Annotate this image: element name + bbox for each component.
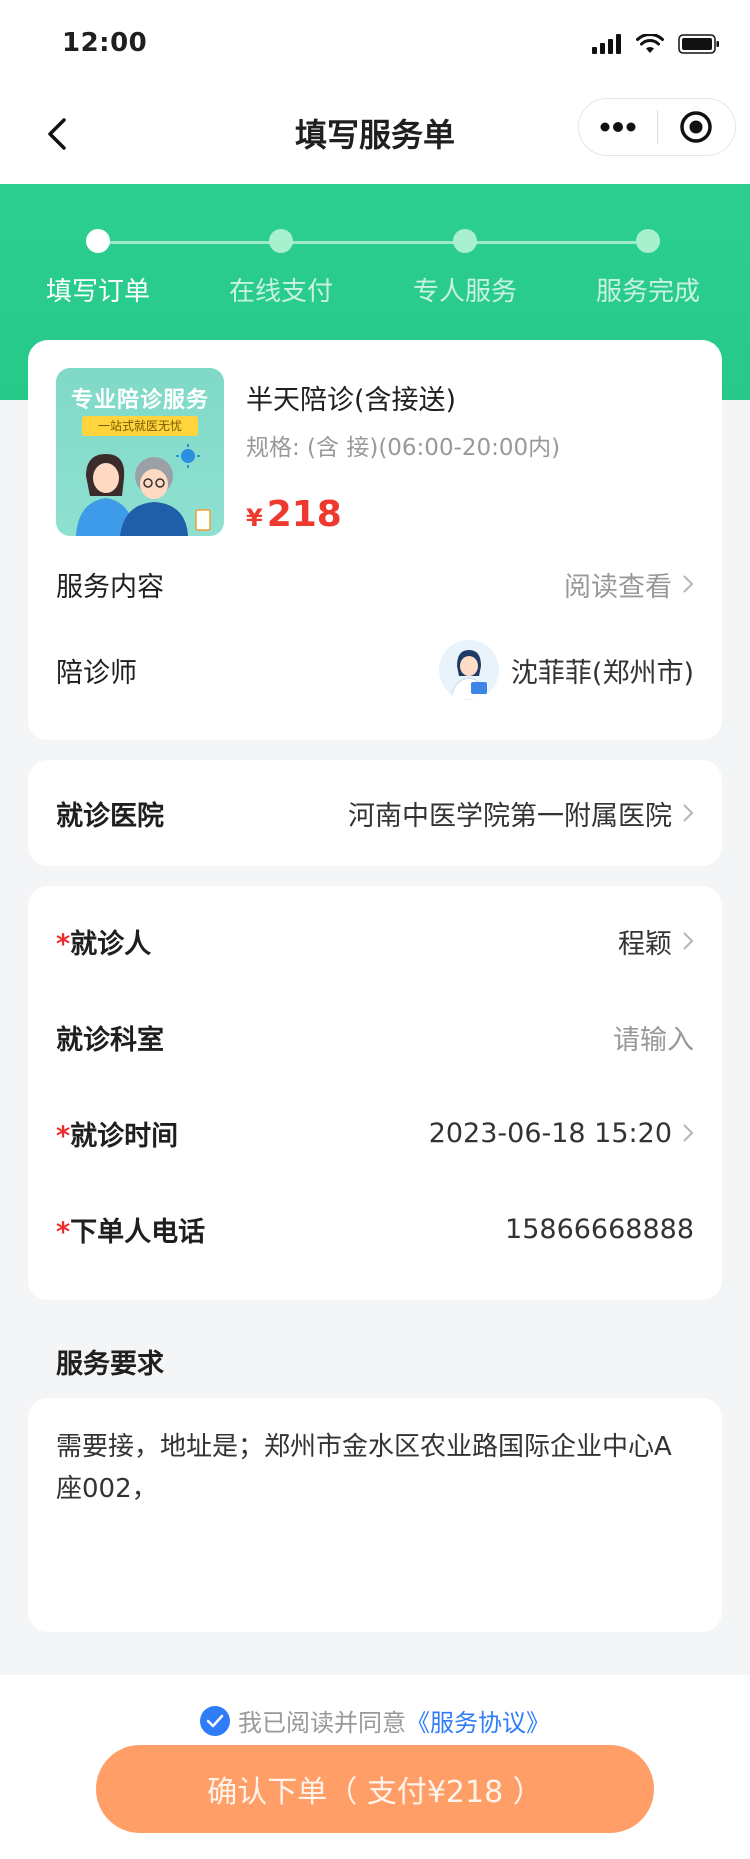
step-label: 在线支付 — [228, 277, 333, 307]
status-bar: 12:00 — [0, 0, 750, 86]
nav-bar: 填写服务单 — [0, 86, 750, 184]
patient-label: *就诊人 — [56, 922, 151, 961]
agreement-row: 我已阅读并同意 《服务协议》 — [0, 1703, 750, 1738]
progress-line — [98, 241, 648, 244]
service-content-value: 阅读查看 — [564, 565, 694, 604]
product-image: 专业陪诊服务 一站式就医无忧 — [56, 368, 224, 536]
hospital-card: 就诊医院 河南中医学院第一附属医院 — [28, 760, 722, 866]
step-label: 填写订单 — [45, 277, 150, 307]
signal-icon — [592, 34, 621, 54]
hospital-label: 就诊医院 — [56, 800, 164, 832]
phone-input[interactable]: 15866668888 — [505, 1214, 694, 1245]
visit-time-label-text: 就诊时间 — [70, 1120, 179, 1152]
hospital-name: 河南中医学院第一附属医院 — [348, 800, 672, 832]
hospital-row[interactable]: 就诊医院 河南中医学院第一附属医院 — [56, 792, 694, 834]
read-view-link[interactable]: 阅读查看 — [564, 565, 672, 604]
service-agreement-link[interactable]: 《服务协议》 — [406, 1703, 550, 1738]
price-value: 218 — [266, 494, 342, 535]
currency-symbol: ¥ — [246, 504, 263, 532]
chevron-right-icon — [683, 804, 694, 822]
step-dot — [453, 229, 477, 253]
department-input[interactable]: 请输入 — [613, 1018, 694, 1057]
target-icon — [680, 111, 712, 143]
step-dot — [636, 229, 660, 253]
phone-label-text: 下单人电话 — [70, 1216, 206, 1248]
status-time: 12:00 — [62, 28, 148, 58]
step-online-payment: 在线支付 — [201, 229, 361, 308]
caregiver-illustration — [76, 444, 211, 536]
product-name: 半天陪诊(含接送) — [246, 385, 457, 416]
patient-row[interactable]: *就诊人 程颖 — [56, 920, 694, 962]
product-image-tag: 一站式就医无忧 — [82, 416, 198, 436]
companion-row: 陪诊师 沈菲菲(郑州市) — [56, 640, 694, 700]
avatar — [438, 640, 499, 700]
doctor-avatar-icon — [438, 640, 499, 700]
visit-time-label: *就诊时间 — [56, 1114, 178, 1153]
required-mark: * — [56, 928, 71, 960]
requirements-textarea[interactable]: 需要接，地址是；郑州市金水区农业路国际企业中心A座002， — [56, 1426, 694, 1510]
requirements-title: 服务要求 — [56, 1349, 164, 1380]
confirm-order-button[interactable]: 确认下单（ 支付¥218 ） — [96, 1745, 654, 1833]
product-spec: 规格: (含 接)(06:00-20:00内) — [246, 435, 561, 461]
patient-info-card: *就诊人 程颖 就诊科室 请输入 *就诊时间 2023-06-18 15:20 … — [28, 886, 722, 1300]
step-fill-order: 填写订单 — [18, 229, 178, 308]
chevron-right-icon — [683, 1124, 694, 1142]
product-image-title: 专业陪诊服务 — [70, 388, 209, 413]
status-icons — [592, 32, 720, 56]
more-dots-icon — [600, 122, 636, 132]
requirements-card[interactable]: 需要接，地址是；郑州市金水区农业路国际企业中心A座002， — [28, 1398, 722, 1632]
wifi-icon — [636, 34, 664, 53]
service-content-row[interactable]: 服务内容 阅读查看 — [56, 564, 694, 604]
step-service-complete: 服务完成 — [568, 229, 728, 308]
product-card: 专业陪诊服务 一站式就医无忧 半天陪诊(含接送) 规格: (含 接)(06:00… — [28, 340, 722, 740]
step-dedicated-service: 专人服务 — [385, 229, 545, 308]
agree-text: 我已阅读并同意 — [238, 1709, 406, 1737]
visit-time-value: 2023-06-18 15:20 — [429, 1118, 694, 1149]
close-mini-program-button[interactable] — [658, 98, 736, 156]
chevron-right-icon — [683, 575, 694, 593]
step-dot — [269, 229, 293, 253]
companion-name: 沈菲菲(郑州市) — [510, 657, 694, 689]
step-label: 专人服务 — [412, 277, 517, 307]
required-mark: * — [56, 1120, 71, 1152]
hospital-value: 河南中医学院第一附属医院 — [348, 794, 694, 833]
product-price: ¥218 — [246, 494, 342, 535]
phone-row: *下单人电话 15866668888 — [56, 1208, 694, 1250]
department-label: 就诊科室 — [56, 1024, 164, 1056]
mini-program-capsule — [578, 98, 736, 156]
required-mark: * — [56, 1216, 71, 1248]
chevron-right-icon — [683, 932, 694, 950]
battery-icon — [678, 34, 719, 54]
service-content-label: 服务内容 — [56, 571, 164, 603]
bottom-bar: 我已阅读并同意 《服务协议》 确认下单（ 支付¥218 ） — [0, 1675, 750, 1859]
visit-time-row[interactable]: *就诊时间 2023-06-18 15:20 — [56, 1112, 694, 1154]
patient-label-text: 就诊人 — [70, 928, 152, 960]
companion-value: 沈菲菲(郑州市) — [438, 640, 694, 700]
check-icon — [206, 1714, 224, 1727]
step-label: 服务完成 — [595, 277, 700, 307]
department-row: 就诊科室 请输入 — [56, 1016, 694, 1058]
patient-value: 程颖 — [618, 922, 694, 961]
more-button[interactable] — [579, 98, 657, 156]
step-dot — [86, 229, 110, 253]
visit-time-text: 2023-06-18 15:20 — [428, 1117, 672, 1149]
companion-label: 陪诊师 — [56, 657, 137, 689]
agree-checkbox[interactable] — [200, 1705, 230, 1736]
patient-name: 程颖 — [618, 928, 672, 960]
phone-label: *下单人电话 — [56, 1210, 205, 1249]
